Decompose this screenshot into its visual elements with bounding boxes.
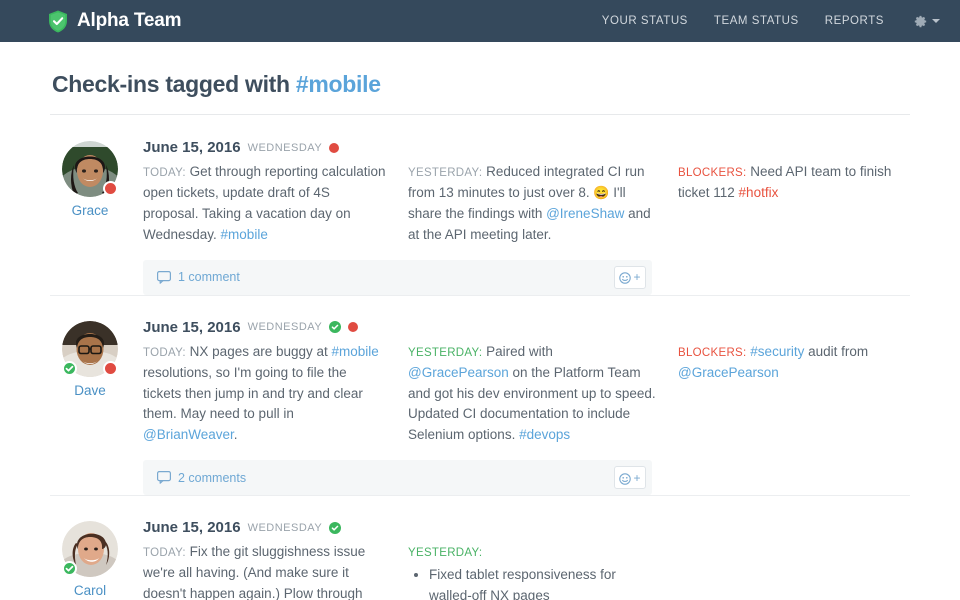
person-name[interactable]: Dave [50,383,130,398]
today-label: TODAY: [143,547,186,560]
checkin-body: June 15, 2016 WEDNESDAY TODAY: Fix the g… [130,519,910,600]
comments-count-label: 1 comment [178,270,240,285]
status-badge-green [62,360,77,376]
nav-link-your-status[interactable]: YOUR STATUS [602,15,688,27]
today-mention[interactable]: @BrianWeaver [143,427,234,442]
checkin-columns: TODAY: Get through reporting calculation… [143,162,910,246]
comment-bar: 1 comment + [143,259,652,295]
blockers-column: BLOCKERS: Need API team to finish ticket… [678,162,910,246]
blockers-tag[interactable]: #security [750,344,804,359]
checkin-weekday: WEDNESDAY [247,321,323,334]
blockers-column: BLOCKERS: #security audit from @GracePea… [678,342,910,447]
yesterday-column: YESTERDAY: Fixed tablet responsiveness f… [408,542,678,600]
checkin-date: June 15, 2016 [143,318,241,336]
checkin-columns: TODAY: Fix the git sluggishness issue we… [143,542,910,600]
status-dot-green-icon [329,521,342,534]
nav-links: YOUR STATUS TEAM STATUS REPORTS [602,15,940,28]
checkin-date: June 15, 2016 [143,139,241,156]
blockers-column [678,542,910,600]
person-column: Dave [50,319,130,496]
checkin-date-line: June 15, 2016 WEDNESDAY [143,519,910,536]
speech-bubble-icon [157,471,172,485]
speech-bubble-icon [157,270,172,284]
checkin-body: June 15, 2016 WEDNESDAY TODAY: Get throu… [130,139,910,295]
yesterday-tag[interactable]: #devops [519,427,570,442]
chevron-down-icon [932,19,940,23]
today-tag[interactable]: #mobile [332,344,379,359]
today-column: TODAY: Fix the git sluggishness issue we… [143,542,408,600]
nav-link-reports[interactable]: REPORTS [825,15,884,27]
top-navigation-bar: Alpha Team YOUR STATUS TEAM STATUS REPOR… [0,0,960,42]
blockers-tag[interactable]: #hotfix [739,185,779,200]
today-text-1: NX pages are buggy at [185,343,332,359]
status-dot-red-icon [348,322,359,333]
smiley-icon [619,472,632,485]
comment-bar: 2 comments + [143,460,652,496]
checkin-columns: TODAY: NX pages are buggy at #mobile res… [143,342,910,447]
status-dot-green-icon [329,321,342,334]
person-column: Carol [50,519,130,600]
avatar-wrapper[interactable] [62,141,118,197]
shield-check-icon [48,10,68,33]
blockers-mention[interactable]: @GracePearson [678,365,779,380]
blockers-label: BLOCKERS: [678,167,747,179]
plus-icon: + [633,470,641,485]
yesterday-label: YESTERDAY: [408,346,483,359]
person-name[interactable]: Carol [50,583,130,598]
page-content: Check-ins tagged with #mobile Grace June… [0,42,960,600]
checkin-weekday: WEDNESDAY [247,141,323,154]
yesterday-column: YESTERDAY: Paired with @GracePearson on … [408,342,678,447]
today-tag[interactable]: #mobile [221,227,268,242]
checkin-date: June 15, 2016 [143,519,241,537]
page-title: Check-ins tagged with #mobile [50,42,910,114]
brand-name: Alpha Team [77,10,182,31]
today-text-2: resolutions, so I'm going to file the ti… [143,364,363,422]
checkin-row: Dave June 15, 2016 WEDNESDAY TODAY: NX p… [50,294,910,496]
status-dot-red-icon [329,142,340,153]
yesterday-mention[interactable]: @IreneShaw [546,206,624,221]
person-column: Grace [50,139,130,295]
yesterday-mention[interactable]: @GracePearson [408,365,509,380]
settings-menu-button[interactable] [914,15,940,28]
checkin-row: Grace June 15, 2016 WEDNESDAY TODAY: Get… [50,115,910,295]
status-badge-green [62,561,77,577]
blockers-text: audit from [804,343,869,359]
today-label: TODAY: [143,346,186,359]
yesterday-label: YESTERDAY: [408,167,483,179]
grinning-face-emoji: 😄 [593,184,610,200]
today-column: TODAY: Get through reporting calculation… [143,162,408,246]
plus-icon: + [633,270,641,285]
yesterday-bullet-list: Fixed tablet responsiveness for walled-o… [408,565,656,600]
yesterday-column: YESTERDAY: Reduced integrated CI run fro… [408,162,678,246]
blockers-label: BLOCKERS: [678,346,747,359]
brand-logo[interactable]: Alpha Team [48,10,181,33]
gear-icon [914,15,927,28]
comments-link[interactable]: 1 comment [157,270,240,284]
comments-count-label: 2 comments [178,470,247,485]
yesterday-label: YESTERDAY: [408,547,483,560]
smiley-icon [619,271,632,284]
add-reaction-button[interactable]: + [614,466,646,490]
yesterday-text-1: Paired with [482,343,553,359]
nav-link-team-status[interactable]: TEAM STATUS [714,15,799,27]
avatar-wrapper[interactable] [62,320,118,377]
checkin-weekday: WEDNESDAY [247,521,323,534]
checkin-date-line: June 15, 2016 WEDNESDAY [143,319,910,336]
bullet-text: Fixed tablet responsiveness for walled-o… [429,567,616,600]
checkin-date-line: June 15, 2016 WEDNESDAY [143,139,910,156]
status-badge-red [103,181,118,196]
person-name[interactable]: Grace [50,203,130,218]
add-reaction-button[interactable]: + [614,265,646,289]
list-item: Fixed tablet responsiveness for walled-o… [429,565,656,600]
checkin-row: Carol June 15, 2016 WEDNESDAY TODAY: Fix… [50,495,910,600]
comments-link[interactable]: 2 comments [157,471,246,485]
today-label: TODAY: [143,167,186,179]
checkin-body: June 15, 2016 WEDNESDAY TODAY: NX pages … [130,319,910,496]
avatar-wrapper[interactable] [62,521,118,578]
today-text-3: . [233,427,238,443]
status-badge-red [103,360,118,376]
page-title-tag[interactable]: #mobile [296,71,381,97]
page-title-prefix: Check-ins tagged with [52,71,296,97]
today-column: TODAY: NX pages are buggy at #mobile res… [143,342,408,447]
